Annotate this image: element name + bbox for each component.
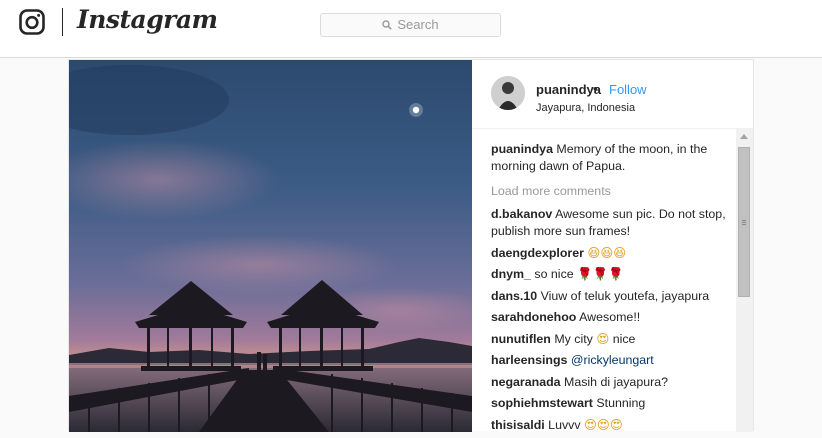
comment-username[interactable]: dnym_ bbox=[491, 267, 531, 281]
grip-line bbox=[742, 224, 746, 225]
caption: puanindya Memory of the moon, in the mor… bbox=[491, 141, 729, 175]
follow-button[interactable]: Follow bbox=[609, 82, 647, 97]
post-card: puanindya • Follow Jayapura, Indonesia p… bbox=[68, 59, 754, 432]
search-placeholder: Search bbox=[397, 17, 439, 32]
photo-image bbox=[69, 60, 472, 432]
instagram-camera-icon[interactable] bbox=[19, 9, 45, 35]
comments-scrollbar[interactable] bbox=[736, 129, 753, 432]
emoji: 😍😍😍 bbox=[584, 417, 623, 432]
grip-line bbox=[742, 220, 746, 221]
comment-text: Awesome!! bbox=[579, 310, 641, 324]
comment-username[interactable]: harleensings bbox=[491, 353, 567, 367]
comment-username[interactable]: daengdexplorer bbox=[491, 246, 584, 260]
comment-item: harleensings @rickyleungart bbox=[491, 352, 729, 369]
avatar-image bbox=[491, 76, 525, 110]
post-sidebar: puanindya • Follow Jayapura, Indonesia p… bbox=[472, 60, 754, 432]
comment-text: Luvvv bbox=[548, 417, 581, 432]
mention-link[interactable]: @rickyleungart bbox=[571, 353, 654, 367]
comment-item: dnym_ so nice 🌹🌹🌹 bbox=[491, 266, 729, 283]
comment-item: dans.10 Viuw of teluk youtefa, jayapura bbox=[491, 288, 729, 305]
post-photo[interactable] bbox=[69, 60, 472, 432]
post-header: puanindya • Follow Jayapura, Indonesia bbox=[472, 60, 754, 129]
search-input[interactable]: Search bbox=[320, 13, 501, 37]
comment-text: 😆😆😆 bbox=[587, 245, 627, 260]
comment-text: Stunning bbox=[596, 396, 646, 410]
load-more-comments-button[interactable]: Load more comments bbox=[491, 183, 729, 200]
comment-item: d.bakanov Awesome sun pic. Do not stop, … bbox=[491, 206, 729, 240]
logo-divider bbox=[62, 8, 63, 36]
author-username[interactable]: puanindya bbox=[536, 82, 601, 97]
comment-username[interactable]: thisisaldi bbox=[491, 418, 545, 432]
scroll-up-arrow-icon[interactable] bbox=[740, 134, 748, 139]
comment-text: so nice 🌹🌹🌹 bbox=[534, 267, 624, 281]
comment-item: negaranada Masih di jayapura? bbox=[491, 374, 729, 391]
comments-list: puanindya Memory of the moon, in the mor… bbox=[491, 141, 729, 438]
top-navigation-bar: Instagram Search bbox=[0, 0, 822, 58]
comment-item: sarahdonehoo Awesome!! bbox=[491, 309, 729, 326]
comment-item: thisisaldi Luvvv 😍😍😍 bbox=[491, 417, 729, 434]
avatar[interactable] bbox=[491, 76, 525, 110]
search-icon bbox=[382, 20, 393, 30]
comment-text: My city bbox=[554, 331, 593, 346]
scrollbar-thumb[interactable] bbox=[738, 147, 750, 297]
comment-item: sophiehmstewart Stunning bbox=[491, 395, 729, 412]
header-separator: • bbox=[593, 81, 598, 96]
comment-text: Viuw of teluk youtefa, jayapura bbox=[540, 288, 710, 303]
instagram-wordmark[interactable]: Instagram bbox=[77, 5, 218, 34]
comment-username[interactable]: nunutiflen bbox=[491, 332, 551, 346]
grip-line bbox=[742, 222, 746, 223]
comment-username[interactable]: sarahdonehoo bbox=[491, 310, 576, 324]
comment-text: nice bbox=[612, 331, 636, 346]
comment-username[interactable]: dans.10 bbox=[491, 289, 537, 303]
comment-username[interactable]: d.bakanov bbox=[491, 207, 552, 221]
emoji: 😍 bbox=[596, 331, 610, 346]
post-location[interactable]: Jayapura, Indonesia bbox=[536, 102, 635, 114]
comment-username[interactable]: sophiehmstewart bbox=[491, 396, 593, 410]
comment-item: nunutiflen My city 😍 nice bbox=[491, 331, 729, 348]
comment-text: Masih di jayapura? bbox=[564, 374, 669, 389]
comment-username[interactable]: puanindya bbox=[491, 142, 553, 156]
comment-item: daengdexplorer 😆😆😆 bbox=[491, 245, 729, 262]
comment-username[interactable]: negaranada bbox=[491, 375, 561, 389]
